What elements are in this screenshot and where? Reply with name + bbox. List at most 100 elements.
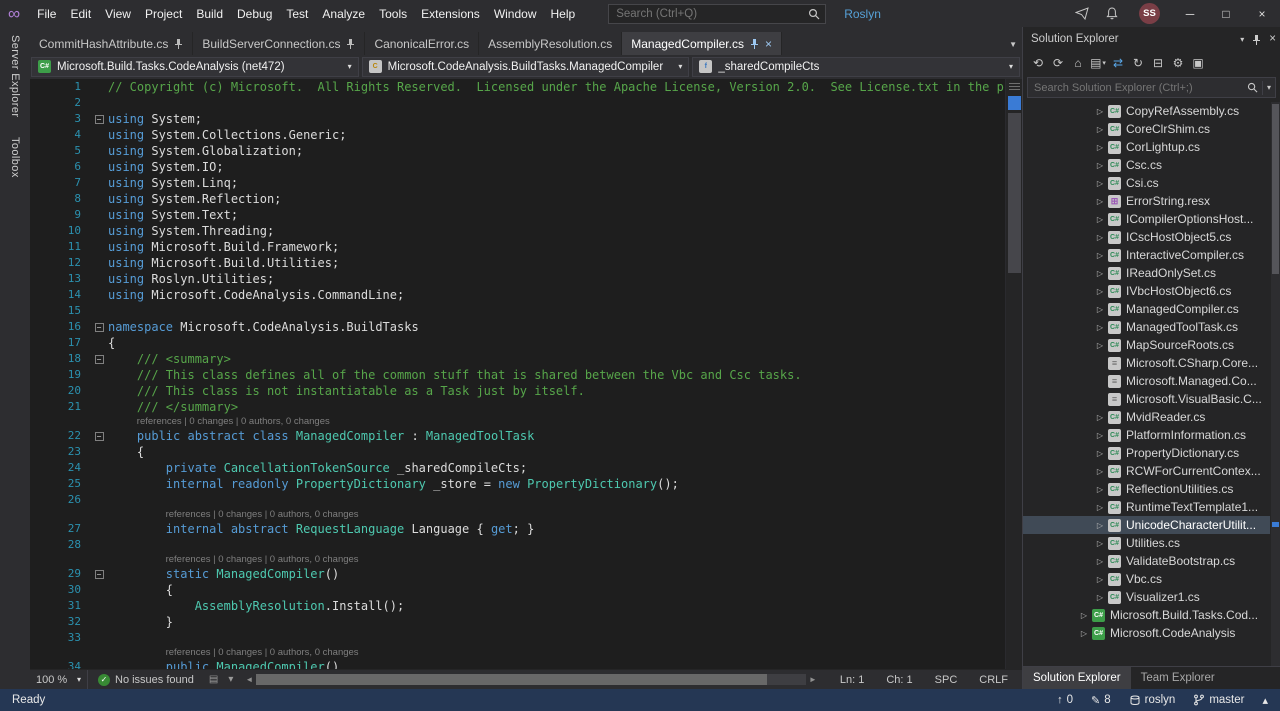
menu-analyze[interactable]: Analyze — [315, 3, 372, 25]
expand-arrow-icon[interactable]: ▷ — [1093, 485, 1107, 494]
tree-item-errorstring-resx[interactable]: ▷⊞ErrorString.resx — [1023, 192, 1270, 210]
expand-arrow-icon[interactable]: ▷ — [1093, 557, 1107, 566]
expand-arrow-icon[interactable]: ▷ — [1093, 197, 1107, 206]
pin-icon[interactable] — [750, 38, 759, 49]
expand-arrow-icon[interactable]: ▷ — [1093, 305, 1107, 314]
tab-overflow-icon[interactable]: ▼ — [1009, 40, 1017, 49]
tree-item-corlightup-cs[interactable]: ▷C#CorLightup.cs — [1023, 138, 1270, 156]
tree-item-validatebootstrap-cs[interactable]: ▷C#ValidateBootstrap.cs — [1023, 552, 1270, 570]
horizontal-scrollbar-track[interactable] — [256, 674, 806, 685]
menu-tools[interactable]: Tools — [372, 3, 414, 25]
tree-item-ivbchostobject6-cs[interactable]: ▷C#IVbcHostObject6.cs — [1023, 282, 1270, 300]
menu-project[interactable]: Project — [138, 3, 189, 25]
refresh-icon[interactable]: ↻ — [1129, 54, 1147, 72]
minimize-button[interactable]: ─ — [1172, 0, 1208, 27]
solution-explorer-search-box[interactable]: ▾ — [1027, 77, 1276, 98]
fold-toggle-icon[interactable]: − — [95, 355, 104, 364]
user-avatar[interactable]: SS — [1139, 3, 1160, 24]
split-window-handle[interactable] — [1008, 81, 1021, 93]
solution-explorer-tree[interactable]: ▷C#CopyRefAssembly.cs▷C#CoreClrShim.cs▷C… — [1023, 102, 1270, 666]
horizontal-scrollbar[interactable]: ◄ ► — [242, 670, 820, 689]
tree-item-managedcompiler-cs[interactable]: ▷C#ManagedCompiler.cs — [1023, 300, 1270, 318]
sync-with-active-document-icon[interactable]: ⇄ — [1109, 54, 1127, 72]
health-dropdown-icon[interactable]: ▾ — [223, 674, 238, 685]
tree-item-platforminformation-cs[interactable]: ▷C#PlatformInformation.cs — [1023, 426, 1270, 444]
expand-arrow-icon[interactable]: ▷ — [1093, 503, 1107, 512]
pending-edits-indicator[interactable]: ✎ 8 — [1091, 694, 1111, 707]
tree-item-mapsourceroots-cs[interactable]: ▷C#MapSourceRoots.cs — [1023, 336, 1270, 354]
tree-item-reflectionutilities-cs[interactable]: ▷C#ReflectionUtilities.cs — [1023, 480, 1270, 498]
pin-panel-icon[interactable] — [1252, 34, 1261, 45]
expand-arrow-icon[interactable]: ▷ — [1093, 593, 1107, 602]
tree-item-microsoft-build-tasks-cod[interactable]: ▷C#Microsoft.Build.Tasks.Cod... — [1023, 606, 1270, 624]
tree-item-csi-cs[interactable]: ▷C#Csi.cs — [1023, 174, 1270, 192]
tree-item-runtimetexttemplate1[interactable]: ▷C#RuntimeTextTemplate1... — [1023, 498, 1270, 516]
document-health-indicator[interactable]: ✓ No issues found — [88, 674, 204, 686]
menu-window[interactable]: Window — [487, 3, 544, 25]
tree-item-microsoft-codeanalysis[interactable]: ▷C#Microsoft.CodeAnalysis — [1023, 624, 1270, 642]
codelens-indicator[interactable]: references | 0 changes | 0 authors, 0 ch… — [108, 646, 359, 659]
tree-item-vbc-cs[interactable]: ▷C#Vbc.cs — [1023, 570, 1270, 588]
expand-arrow-icon[interactable]: ▷ — [1093, 215, 1107, 224]
expand-arrow-icon[interactable]: ▷ — [1093, 449, 1107, 458]
menu-build[interactable]: Build — [189, 3, 230, 25]
tree-item-visualizer1-cs[interactable]: ▷C#Visualizer1.cs — [1023, 588, 1270, 606]
chevron-up-icon[interactable]: ▴ — [1262, 694, 1268, 707]
preview-selected-items-icon[interactable]: ▣ — [1189, 54, 1207, 72]
member-dropdown[interactable]: f _sharedCompileCts ▾ — [692, 57, 1020, 77]
side-tab-toolbox[interactable]: Toolbox — [9, 137, 21, 178]
expand-arrow-icon[interactable]: ▷ — [1093, 341, 1107, 350]
expand-arrow-icon[interactable]: ▷ — [1093, 233, 1107, 242]
zoom-control[interactable]: 100 % ▾ — [30, 670, 88, 689]
tree-item-interactivecompiler-cs[interactable]: ▷C#InteractiveCompiler.cs — [1023, 246, 1270, 264]
expand-arrow-icon[interactable]: ▷ — [1093, 323, 1107, 332]
tree-scrollbar-thumb[interactable] — [1272, 104, 1279, 274]
tree-item-ireadonlyset-cs[interactable]: ▷C#IReadOnlySet.cs — [1023, 264, 1270, 282]
commits-ahead-indicator[interactable]: ↑ 0 — [1057, 694, 1073, 706]
document-tab-buildserverconnection-cs[interactable]: BuildServerConnection.cs — [193, 32, 365, 55]
side-tab-server-explorer[interactable]: Server Explorer — [9, 35, 21, 117]
menu-test[interactable]: Test — [279, 3, 315, 25]
tree-item-icschostobject5-cs[interactable]: ▷C#ICscHostObject5.cs — [1023, 228, 1270, 246]
fold-toggle-icon[interactable]: − — [95, 323, 104, 332]
document-tab-managedcompiler-cs[interactable]: ManagedCompiler.cs× — [622, 32, 782, 55]
expand-arrow-icon[interactable]: ▷ — [1093, 287, 1107, 296]
codelens-indicator[interactable]: references | 0 changes | 0 authors, 0 ch… — [108, 415, 330, 428]
panel-tab-solution-explorer[interactable]: Solution Explorer — [1023, 667, 1131, 689]
scroll-left-icon[interactable]: ◄ — [242, 675, 256, 684]
code-lines[interactable]: 1// Copyright (c) Microsoft. All Rights … — [30, 79, 1005, 669]
expand-arrow-icon[interactable]: ▷ — [1093, 413, 1107, 422]
menu-view[interactable]: View — [98, 3, 138, 25]
type-dropdown[interactable]: C Microsoft.CodeAnalysis.BuildTasks.Mana… — [362, 57, 690, 77]
expand-arrow-icon[interactable]: ▷ — [1093, 575, 1107, 584]
notifications-bell-icon[interactable] — [1097, 0, 1127, 27]
scroll-right-icon[interactable]: ► — [806, 675, 820, 684]
expand-arrow-icon[interactable]: ▷ — [1093, 143, 1107, 152]
search-options-icon[interactable]: ▾ — [1267, 83, 1271, 92]
home-icon[interactable]: ⌂ — [1069, 54, 1087, 72]
close-panel-icon[interactable]: × — [1269, 33, 1276, 45]
menu-debug[interactable]: Debug — [230, 3, 279, 25]
expand-arrow-icon[interactable]: ▷ — [1093, 539, 1107, 548]
solution-views-icon[interactable]: ▤▾ — [1089, 54, 1107, 72]
close-window-button[interactable]: × — [1244, 0, 1280, 27]
expand-arrow-icon[interactable]: ▷ — [1093, 125, 1107, 134]
tree-item-utilities-cs[interactable]: ▷C#Utilities.cs — [1023, 534, 1270, 552]
send-feedback-icon[interactable] — [1067, 0, 1097, 27]
codelens-indicator[interactable]: references | 0 changes | 0 authors, 0 ch… — [108, 553, 359, 566]
back-icon[interactable]: ⟲ — [1029, 54, 1047, 72]
tree-item-microsoft-visualbasic-c[interactable]: ≡Microsoft.VisualBasic.C... — [1023, 390, 1270, 408]
panel-tab-team-explorer[interactable]: Team Explorer — [1131, 667, 1225, 689]
tree-item-copyrefassembly-cs[interactable]: ▷C#CopyRefAssembly.cs — [1023, 102, 1270, 120]
expand-arrow-icon[interactable]: ▷ — [1093, 521, 1107, 530]
expand-arrow-icon[interactable]: ▷ — [1093, 251, 1107, 260]
pin-icon[interactable] — [346, 38, 355, 49]
horizontal-scrollbar-thumb[interactable] — [256, 674, 767, 685]
collapse-all-icon[interactable]: ⊟ — [1149, 54, 1167, 72]
line-ending-indicator[interactable]: CRLF — [979, 674, 1008, 686]
fold-toggle-icon[interactable]: − — [95, 570, 104, 579]
menu-help[interactable]: Help — [544, 3, 583, 25]
menu-file[interactable]: File — [30, 3, 63, 25]
tree-item-icompileroptionshost[interactable]: ▷C#ICompilerOptionsHost... — [1023, 210, 1270, 228]
tree-item-coreclrshim-cs[interactable]: ▷C#CoreClrShim.cs — [1023, 120, 1270, 138]
